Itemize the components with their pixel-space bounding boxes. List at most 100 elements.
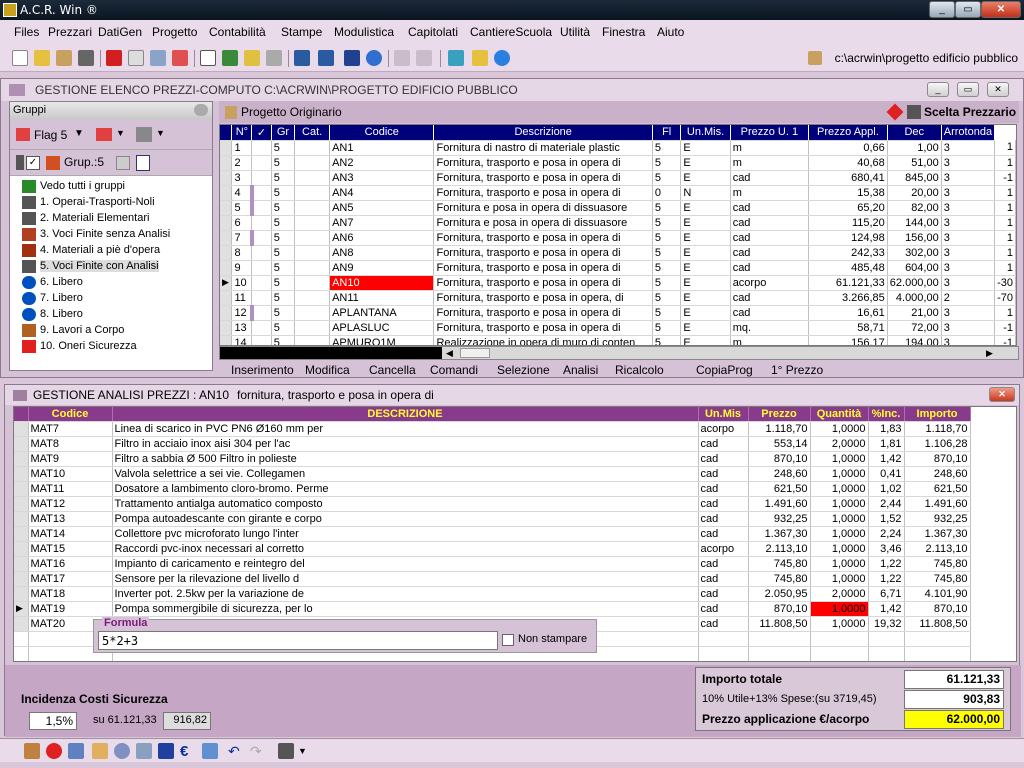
scroll-right-icon[interactable]: ▶ — [986, 348, 996, 358]
cell-codice[interactable]: AN6 — [329, 230, 435, 246]
row-selector[interactable] — [220, 335, 233, 345]
cell-quantita[interactable]: 1,0000 — [810, 571, 869, 587]
cell-descrizione[interactable]: Fornitura, trasporto e posa in opera di — [433, 230, 653, 246]
table-row[interactable]: MAT17 Sensore per la rilevazione del live… — [14, 571, 971, 587]
cell-codice[interactable]: APLANTANA — [329, 305, 435, 321]
cell-codice[interactable]: MAT8 — [28, 436, 113, 452]
cell-codice[interactable]: MAT12 — [28, 496, 113, 512]
cell-descrizione[interactable]: Sensore per la rilevazione del livello d — [112, 571, 699, 587]
cell-descrizione[interactable]: Filtro a sabbia Ø 500 Filtro in polieste — [112, 451, 699, 467]
new-file-icon[interactable] — [12, 50, 28, 66]
cell-check[interactable] — [251, 140, 272, 156]
table-row[interactable]: MAT9 Filtro a sabbia Ø 500 Filtro in poli… — [14, 451, 971, 467]
analisi-close-button[interactable]: ✕ — [989, 387, 1015, 402]
elenco-col-header[interactable]: Dec — [887, 125, 942, 141]
elenco-col-header[interactable]: Un.Mis. — [680, 125, 731, 141]
cell-check[interactable] — [251, 170, 272, 186]
table-row[interactable]: 1 5 AN1 Fornitura di nastro di materiale pl… — [220, 140, 1016, 156]
tree-item[interactable]: 3. Voci Finite senza Analisi — [22, 228, 170, 241]
table-row[interactable]: MAT13 Pompa autoadescante con girante e c… — [14, 511, 971, 527]
cell-descrizione[interactable]: Dosatore a lambimento cloro-bromo. Perme — [112, 481, 699, 497]
elenco-col-header[interactable]: ✓ — [251, 125, 272, 141]
undo-bottom-icon[interactable]: ↶ — [228, 743, 244, 759]
analisi-col-header[interactable]: Un.Mis — [698, 407, 749, 422]
analisi-col-header[interactable]: Quantità — [810, 407, 869, 422]
table-row[interactable]: MAT12 Trattamento antialga automatico com… — [14, 496, 971, 512]
elenco-col-header[interactable]: Gr — [271, 125, 296, 141]
table-row[interactable]: 6 5 AN7 Fornitura e posa in opera di dissua… — [220, 215, 1016, 231]
elenco-maximize-button[interactable]: ▭ — [957, 82, 979, 97]
menu-ricalcolo[interactable]: Ricalcolo — [615, 363, 664, 377]
maximize-button[interactable]: ▭ — [955, 1, 981, 18]
calendar-icon[interactable] — [172, 50, 188, 66]
table-row[interactable]: 5 5 AN5 Fornitura e posa in opera di dissua… — [220, 200, 1016, 216]
cell-descrizione[interactable]: Linea di scarico in PVC PN6 Ø160 mm per — [112, 421, 699, 437]
analisi-col-header[interactable]: DESCRIZIONE — [112, 407, 699, 422]
cell-descrizione[interactable]: Pompa autoadescante con girante e corpo — [112, 511, 699, 527]
menu-progetto[interactable]: Progetto — [152, 25, 197, 39]
cell-descrizione[interactable]: Inverter pot. 2.5kw per la variazione de — [112, 586, 699, 602]
settings-icon[interactable] — [136, 127, 152, 142]
menu-comandi[interactable]: Comandi — [430, 363, 478, 377]
project-icon[interactable] — [56, 50, 72, 66]
menu-analisi[interactable]: Analisi — [563, 363, 598, 377]
cell-descrizione[interactable]: Pompa sommergibile di sicurezza, per lo — [112, 601, 699, 617]
cell-descrizione[interactable]: Trattamento antialga automatico composto — [112, 496, 699, 512]
row-selector[interactable] — [220, 200, 233, 216]
mail-icon[interactable] — [244, 50, 260, 66]
cell-codice[interactable]: AN11 — [329, 290, 435, 306]
list-icon[interactable] — [136, 155, 150, 171]
diamond-icon[interactable] — [886, 103, 904, 121]
minimize-button[interactable]: _ — [929, 1, 955, 18]
tree-item[interactable]: 5. Voci Finite con Analisi — [22, 260, 159, 273]
cell-check[interactable] — [251, 290, 272, 306]
cell-codice[interactable]: AN4 — [329, 185, 435, 201]
row-selector[interactable] — [14, 421, 29, 437]
scroll-left-icon[interactable]: ◀ — [446, 348, 456, 358]
table-row[interactable]: 9 5 AN9 Fornitura, trasporto e posa in oper… — [220, 260, 1016, 276]
cancel-icon[interactable] — [46, 743, 62, 759]
table-icon[interactable] — [200, 50, 216, 66]
row-selector[interactable] — [220, 185, 233, 201]
cell-descrizione[interactable]: Fornitura, trasporto e posa in opera di — [433, 185, 653, 201]
menu-contabilit[interactable]: Contabilità — [209, 25, 266, 39]
euro-icon[interactable]: € — [180, 743, 196, 760]
menu-prezzari[interactable]: Prezzari — [48, 25, 92, 39]
cell-descrizione[interactable]: Filtro in acciaio inox aisi 304 per l'ac — [112, 436, 699, 452]
row-selector[interactable] — [14, 481, 29, 497]
row-selector[interactable] — [220, 245, 233, 261]
check-icon[interactable]: ✓ — [26, 156, 40, 170]
analisi-col-header[interactable]: Importo — [904, 407, 971, 422]
cell-quantita[interactable]: 2,0000 — [810, 586, 869, 602]
cell-quantita[interactable]: 1,0000 — [810, 556, 869, 572]
menu-utilit[interactable]: Utilità — [560, 25, 590, 39]
cell-quantita[interactable]: 1,0000 — [810, 526, 869, 542]
cell-descrizione[interactable]: Collettore pvc microforato lungo l'inter — [112, 526, 699, 542]
undo-icon[interactable] — [394, 50, 410, 66]
cell-quantita[interactable]: 1,0000 — [810, 451, 869, 467]
open-folder-icon[interactable] — [34, 50, 50, 66]
flag-dropdown-icon[interactable]: ▼ — [74, 128, 84, 139]
cell-check[interactable] — [249, 200, 272, 216]
cell-quantita[interactable]: 1,0000 — [810, 511, 869, 527]
cell-descrizione[interactable]: Fornitura, trasporto e posa in opera, di — [433, 290, 653, 306]
table-row[interactable]: MAT8 Filtro in acciaio inox aisi 304 per … — [14, 436, 971, 452]
cell-descrizione[interactable]: Impianto di caricamento e reintegro del — [112, 556, 699, 572]
elenco-close-button[interactable]: ✕ — [987, 82, 1009, 97]
cell-codice[interactable]: MAT11 — [28, 481, 113, 497]
cell-codice[interactable]: MAT9 — [28, 451, 113, 467]
cell-descrizione[interactable]: Fornitura, trasporto e posa in opera di — [433, 170, 653, 186]
cell-codice[interactable]: AN1 — [329, 140, 435, 156]
row-selector[interactable] — [14, 496, 29, 512]
cell-quantita[interactable]: 1,0000 — [810, 466, 869, 482]
row-selector[interactable]: ▶ — [14, 601, 29, 617]
calculator-icon[interactable] — [128, 50, 144, 66]
cell-codice[interactable]: AN9 — [329, 260, 435, 276]
cell-codice[interactable]: MAT18 — [28, 586, 113, 602]
row-selector[interactable] — [14, 556, 29, 572]
cell-descrizione[interactable]: Fornitura, trasporto e posa in opera di — [433, 305, 653, 321]
skype-icon[interactable] — [494, 50, 510, 66]
cell-codice[interactable]: AN10 — [329, 275, 435, 291]
cell-quantita[interactable]: 1,0000 — [810, 496, 869, 512]
table-row[interactable]: 11 5 AN11 Fornitura, trasporto e posa in op… — [220, 290, 1016, 306]
